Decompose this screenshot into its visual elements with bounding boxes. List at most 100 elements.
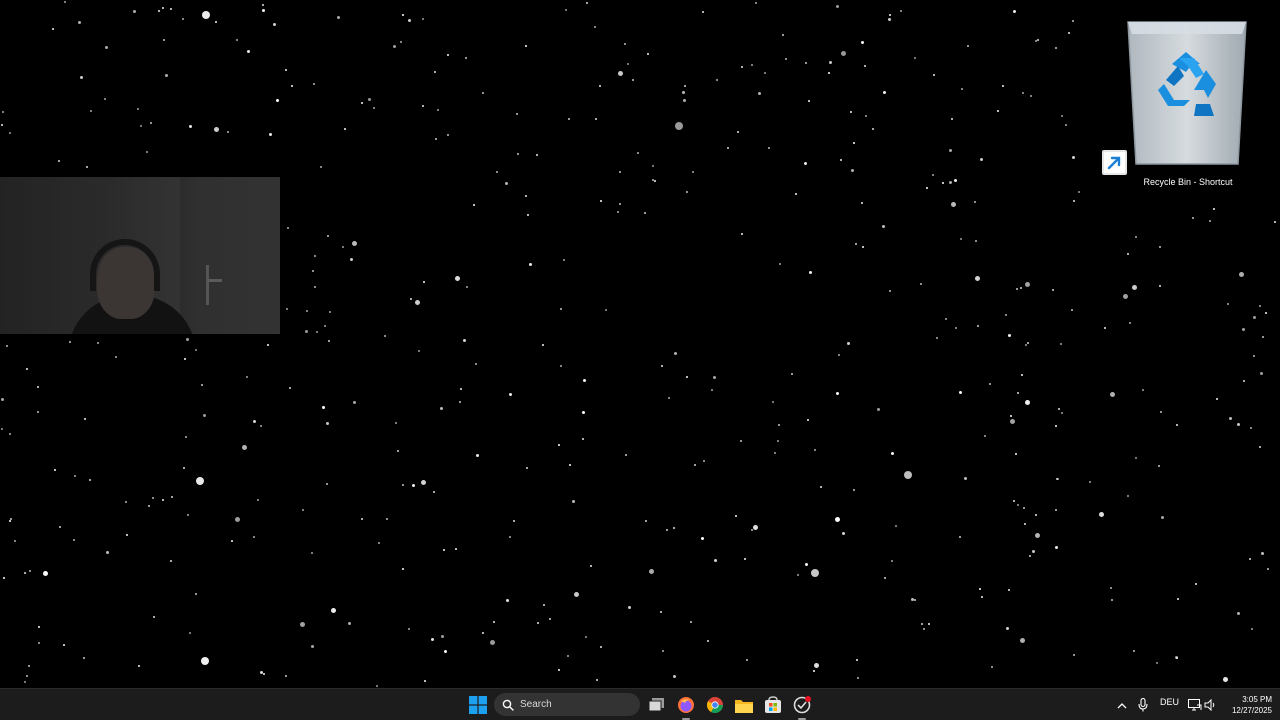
star <box>921 623 923 625</box>
star <box>189 632 191 634</box>
star <box>1023 507 1025 509</box>
star <box>1253 316 1256 319</box>
star <box>600 646 602 648</box>
star <box>811 569 819 577</box>
star <box>1013 10 1016 13</box>
star <box>509 536 511 538</box>
star <box>262 4 264 6</box>
microsoft-store-icon <box>765 696 781 713</box>
star <box>1135 236 1137 238</box>
star <box>475 363 477 365</box>
star <box>348 622 351 625</box>
star <box>583 379 586 382</box>
star <box>314 255 316 257</box>
star <box>807 419 809 421</box>
star <box>6 345 8 347</box>
star <box>1055 509 1057 511</box>
star <box>967 45 969 47</box>
star <box>9 520 11 522</box>
star <box>1242 328 1245 331</box>
volume-button[interactable] <box>1198 693 1222 717</box>
star <box>645 520 647 522</box>
star <box>692 171 694 173</box>
clock[interactable]: 3:05 PM 12/27/2025 <box>1222 694 1272 716</box>
star <box>1142 389 1144 391</box>
star <box>1250 427 1252 429</box>
search-icon <box>502 699 514 711</box>
microphone-button[interactable] <box>1131 693 1155 717</box>
windows-start-button[interactable] <box>466 693 490 717</box>
star <box>58 160 60 162</box>
star <box>434 71 436 73</box>
webcam-background <box>180 177 280 334</box>
star <box>675 122 683 130</box>
star <box>1111 599 1113 601</box>
chrome-button[interactable] <box>703 693 727 717</box>
star <box>778 424 780 426</box>
star <box>836 5 839 8</box>
star <box>654 180 656 182</box>
star <box>352 241 357 246</box>
star <box>368 98 371 101</box>
star <box>505 182 508 185</box>
star <box>549 618 551 620</box>
star <box>632 79 634 81</box>
star <box>853 489 855 491</box>
star <box>1 124 3 126</box>
star <box>1025 344 1027 346</box>
star <box>785 58 787 60</box>
star <box>395 422 397 424</box>
firefox-button[interactable] <box>674 693 698 720</box>
star <box>24 681 26 683</box>
microsoft-store-button[interactable] <box>761 693 785 717</box>
star <box>853 142 855 144</box>
star <box>981 596 983 598</box>
star <box>1029 555 1031 557</box>
star <box>412 484 415 487</box>
star <box>43 571 48 576</box>
star <box>246 376 248 378</box>
star <box>624 43 626 45</box>
language-indicator[interactable]: DEU <box>1160 697 1179 707</box>
star <box>242 445 247 450</box>
star <box>9 132 11 134</box>
star <box>1035 533 1040 538</box>
star <box>1159 285 1161 287</box>
star <box>560 308 562 310</box>
star <box>1209 220 1211 222</box>
windows-start-icon <box>469 696 487 714</box>
star <box>263 673 265 675</box>
star <box>1260 372 1263 375</box>
star <box>402 568 404 570</box>
star <box>314 286 316 288</box>
star <box>322 406 325 409</box>
star <box>262 9 265 12</box>
app-button[interactable] <box>790 693 814 720</box>
star <box>115 356 117 358</box>
star <box>465 57 467 59</box>
star <box>231 540 233 542</box>
star <box>37 386 39 388</box>
star <box>652 179 654 181</box>
star <box>851 169 854 172</box>
star <box>829 61 832 64</box>
star <box>964 477 967 480</box>
door-handle <box>206 265 209 305</box>
star <box>1010 419 1015 424</box>
star <box>183 467 185 469</box>
star <box>463 339 466 342</box>
star <box>1129 322 1131 324</box>
star <box>78 21 81 24</box>
search-box[interactable]: Search <box>494 693 640 716</box>
star <box>158 10 160 12</box>
star <box>625 454 627 456</box>
star <box>516 113 518 115</box>
recycle-bin-shortcut[interactable]: Recycle Bin - Shortcut <box>1110 10 1266 190</box>
star <box>891 452 894 455</box>
file-explorer-button[interactable] <box>732 693 756 717</box>
star <box>86 166 88 168</box>
star <box>746 659 748 661</box>
star <box>1135 457 1137 459</box>
task-view-button[interactable] <box>645 693 669 717</box>
desktop[interactable]: Recycle Bin - Shortcut <box>0 0 1280 688</box>
